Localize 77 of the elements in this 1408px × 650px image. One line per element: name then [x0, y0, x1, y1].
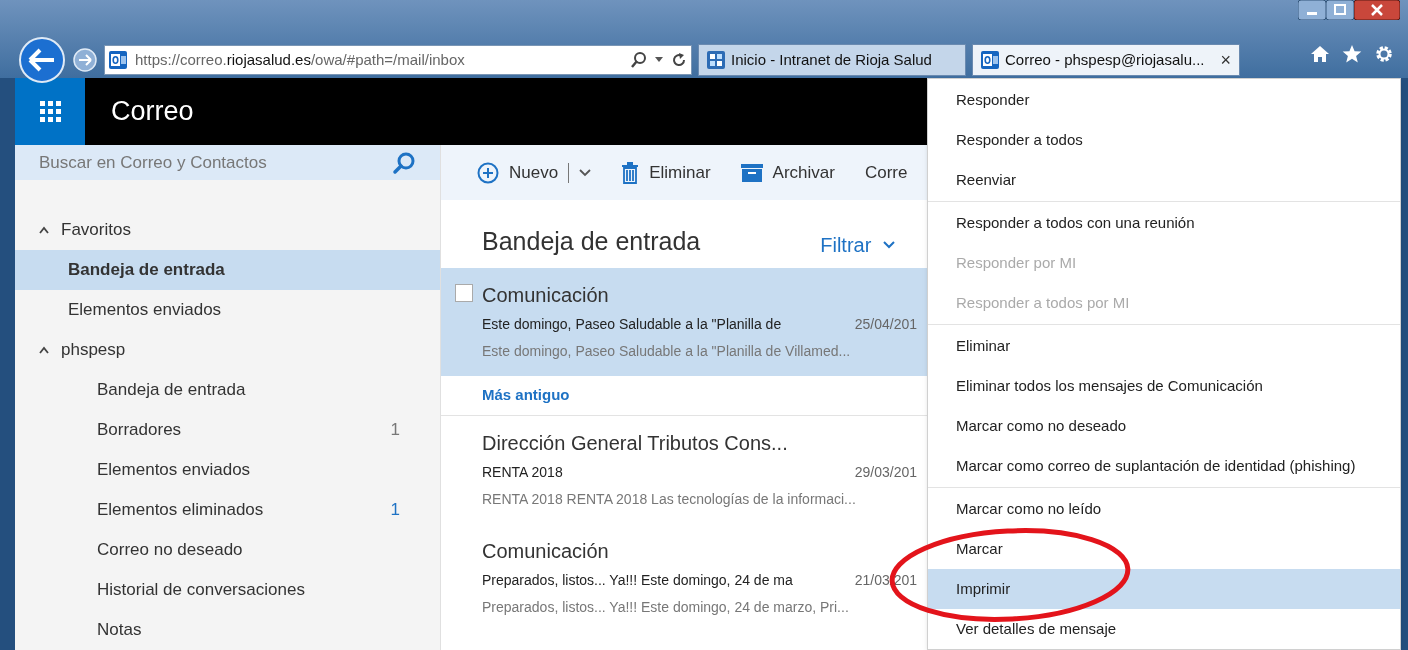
menu-item[interactable]: Marcar como no leído [928, 489, 1400, 529]
folder-item[interactable]: Correo no deseado [15, 530, 440, 570]
star-icon[interactable] [1342, 44, 1362, 64]
menu-item[interactable]: Marcar como correo de suplantación de identidad (phishing) [928, 446, 1400, 486]
refresh-icon[interactable] [671, 52, 687, 68]
mail-app-icon [981, 51, 999, 69]
back-button[interactable] [18, 36, 66, 84]
close-tab-button[interactable]: × [1220, 51, 1231, 69]
toolbar-button[interactable]: Archivar [740, 159, 835, 186]
caret-icon [883, 241, 896, 249]
folder-item[interactable]: Borradores 1 [15, 410, 440, 450]
folder-group-label[interactable]: phspesp [61, 337, 126, 363]
menu-item[interactable]: Eliminar todos los mensajes de Comunicación [928, 366, 1400, 406]
tab-label: Correo - phspesp@riojasalu... [1005, 49, 1206, 70]
subject-text: Preparados, listos... Ya!!! Este domingo, 24 de ma [482, 571, 793, 590]
app-launcher-button[interactable] [15, 78, 85, 145]
menu-item[interactable]: Responder a todos con una reunión [928, 203, 1400, 243]
preview-text: Preparados, listos... Ya!!! Este domingo, 24 de marzo, Pri... [482, 598, 849, 617]
mail-app-icon [109, 51, 127, 69]
checkbox[interactable] [455, 284, 473, 302]
unread-count: 1 [390, 499, 400, 522]
browser-tab[interactable]: Inicio - Intranet de Rioja Salud [698, 44, 966, 76]
toolbar-button[interactable]: Eliminar [621, 159, 711, 186]
browser-tab[interactable]: Correo - phspesp@riojasalu... × [972, 44, 1240, 76]
maximize-button[interactable] [1326, 0, 1354, 20]
folder-item[interactable]: Elementos enviados [15, 290, 440, 330]
menu-item[interactable]: Ver detalles de mensaje [928, 609, 1400, 649]
list-title: Bandeja de entrada [482, 225, 701, 257]
trash-icon [621, 161, 640, 184]
folder-item[interactable]: Bandeja de entrada [15, 370, 440, 410]
close-button[interactable] [1354, 0, 1400, 20]
forward-button[interactable] [72, 47, 98, 73]
sender-name: Dirección General Tributos Cons... [482, 431, 788, 456]
home-icon[interactable] [1310, 44, 1330, 64]
message-item[interactable]: Comunicación Este domingo, Paseo Saludable a la "Planilla de 25/04/201 Este domingo, Paseo Saludable a la "Planilla de Villamed... [441, 268, 927, 376]
url-text: https://correo.riojasalud.es/owa/#path=/mail/inbox [135, 49, 466, 70]
menu-item[interactable]: Responder a todos [928, 120, 1400, 160]
collapse-icon[interactable] [39, 226, 49, 234]
collapse-icon[interactable] [39, 346, 49, 354]
menu-item[interactable]: Imprimir [928, 569, 1400, 609]
folder-item[interactable]: Notas [15, 610, 440, 650]
toolbar-button[interactable]: Nuevo [477, 159, 592, 186]
search-field[interactable]: Buscar en Correo y Contactos [15, 145, 440, 180]
preview-text: Este domingo, Paseo Saludable a la "Planilla de Villamed... [482, 342, 851, 361]
folder-item[interactable]: Historial de conversaciones [15, 570, 440, 610]
minimize-button[interactable] [1298, 0, 1326, 20]
menu-item[interactable]: Eliminar [928, 326, 1400, 366]
menu-item[interactable]: Marcar como no deseado [928, 406, 1400, 446]
grid-site-icon [707, 51, 725, 69]
group-header: Más antiguo [482, 385, 570, 406]
subject-text: Este domingo, Paseo Saludable a la "Planilla de [482, 315, 782, 334]
date-text: 29/03/201 [854, 463, 917, 482]
address-bar[interactable]: https://correo.riojasalud.es/owa/#path=/mail/inbox [104, 45, 692, 75]
plus-circle-icon [477, 161, 499, 184]
menu-item[interactable]: Reenviar [928, 160, 1400, 200]
sender-name: Comunicación [482, 283, 609, 308]
caret-icon[interactable] [579, 168, 592, 177]
preview-text: RENTA 2018 RENTA 2018 Las tecnologías de la informaci... [482, 490, 856, 509]
archive-box-icon [740, 163, 763, 182]
folder-item[interactable]: Elementos eliminados 1 [15, 490, 440, 530]
sender-name: Comunicación [482, 539, 609, 564]
caret-icon[interactable] [655, 57, 663, 63]
menu-item[interactable]: Responder [928, 80, 1400, 120]
settings-icon[interactable] [1374, 44, 1394, 64]
folder-group-label[interactable]: Favoritos [61, 217, 131, 243]
menu-item[interactable]: Marcar [928, 529, 1400, 569]
subject-text: RENTA 2018 [482, 463, 563, 482]
tab-label: Inicio - Intranet de Rioja Salud [731, 49, 933, 70]
date-text: 25/04/201 [854, 315, 917, 334]
app-title: Correo [111, 95, 194, 129]
unread-count: 1 [390, 419, 400, 442]
toolbar-button[interactable]: Corre [864, 159, 908, 186]
folder-item[interactable]: Bandeja de entrada [15, 250, 440, 290]
waffle-icon [39, 101, 61, 122]
search-icon[interactable] [631, 52, 647, 68]
filter-button[interactable]: Filtrar [820, 230, 896, 260]
folder-item[interactable]: Elementos enviados [15, 450, 440, 490]
